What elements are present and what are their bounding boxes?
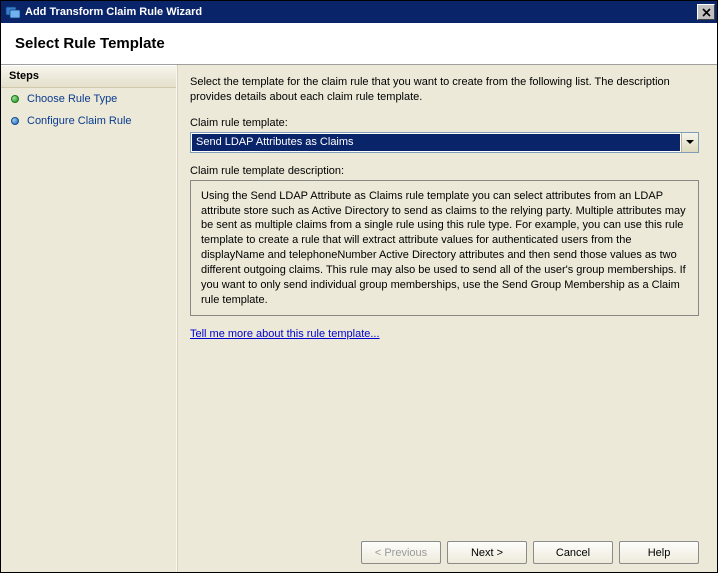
titlebar: Add Transform Claim Rule Wizard xyxy=(1,1,717,23)
steps-heading: Steps xyxy=(1,65,176,88)
previous-button: < Previous xyxy=(361,541,441,564)
page-heading: Select Rule Template xyxy=(15,35,703,52)
window-title: Add Transform Claim Rule Wizard xyxy=(25,6,697,18)
spacer xyxy=(190,340,699,533)
step-choose-rule-type[interactable]: Choose Rule Type xyxy=(1,88,176,110)
cancel-button[interactable]: Cancel xyxy=(533,541,613,564)
help-button[interactable]: Help xyxy=(619,541,699,564)
bullet-icon xyxy=(11,117,19,125)
step-label: Configure Claim Rule xyxy=(27,115,132,127)
intro-text: Select the template for the claim rule t… xyxy=(190,75,699,105)
close-button[interactable] xyxy=(697,4,715,20)
steps-sidebar: Steps Choose Rule Type Configure Claim R… xyxy=(1,65,177,572)
description-box: Using the Send LDAP Attribute as Claims … xyxy=(190,180,699,317)
template-label: Claim rule template: xyxy=(190,117,699,129)
template-selected-value: Send LDAP Attributes as Claims xyxy=(192,134,680,151)
page-header: Select Rule Template xyxy=(1,23,717,65)
next-button[interactable]: Next > xyxy=(447,541,527,564)
chevron-down-icon[interactable] xyxy=(681,133,698,152)
app-icon xyxy=(5,4,21,20)
wizard-window: Add Transform Claim Rule Wizard Select R… xyxy=(0,0,718,573)
more-info-link[interactable]: Tell me more about this rule template... xyxy=(190,328,699,340)
main-panel: Select the template for the claim rule t… xyxy=(177,65,717,572)
button-bar: < Previous Next > Cancel Help xyxy=(190,533,699,564)
template-combo[interactable]: Send LDAP Attributes as Claims xyxy=(190,132,699,153)
bullet-icon xyxy=(11,95,19,103)
step-label: Choose Rule Type xyxy=(27,93,117,105)
wizard-body: Steps Choose Rule Type Configure Claim R… xyxy=(1,65,717,572)
description-label: Claim rule template description: xyxy=(190,165,699,177)
step-configure-claim-rule[interactable]: Configure Claim Rule xyxy=(1,110,176,132)
